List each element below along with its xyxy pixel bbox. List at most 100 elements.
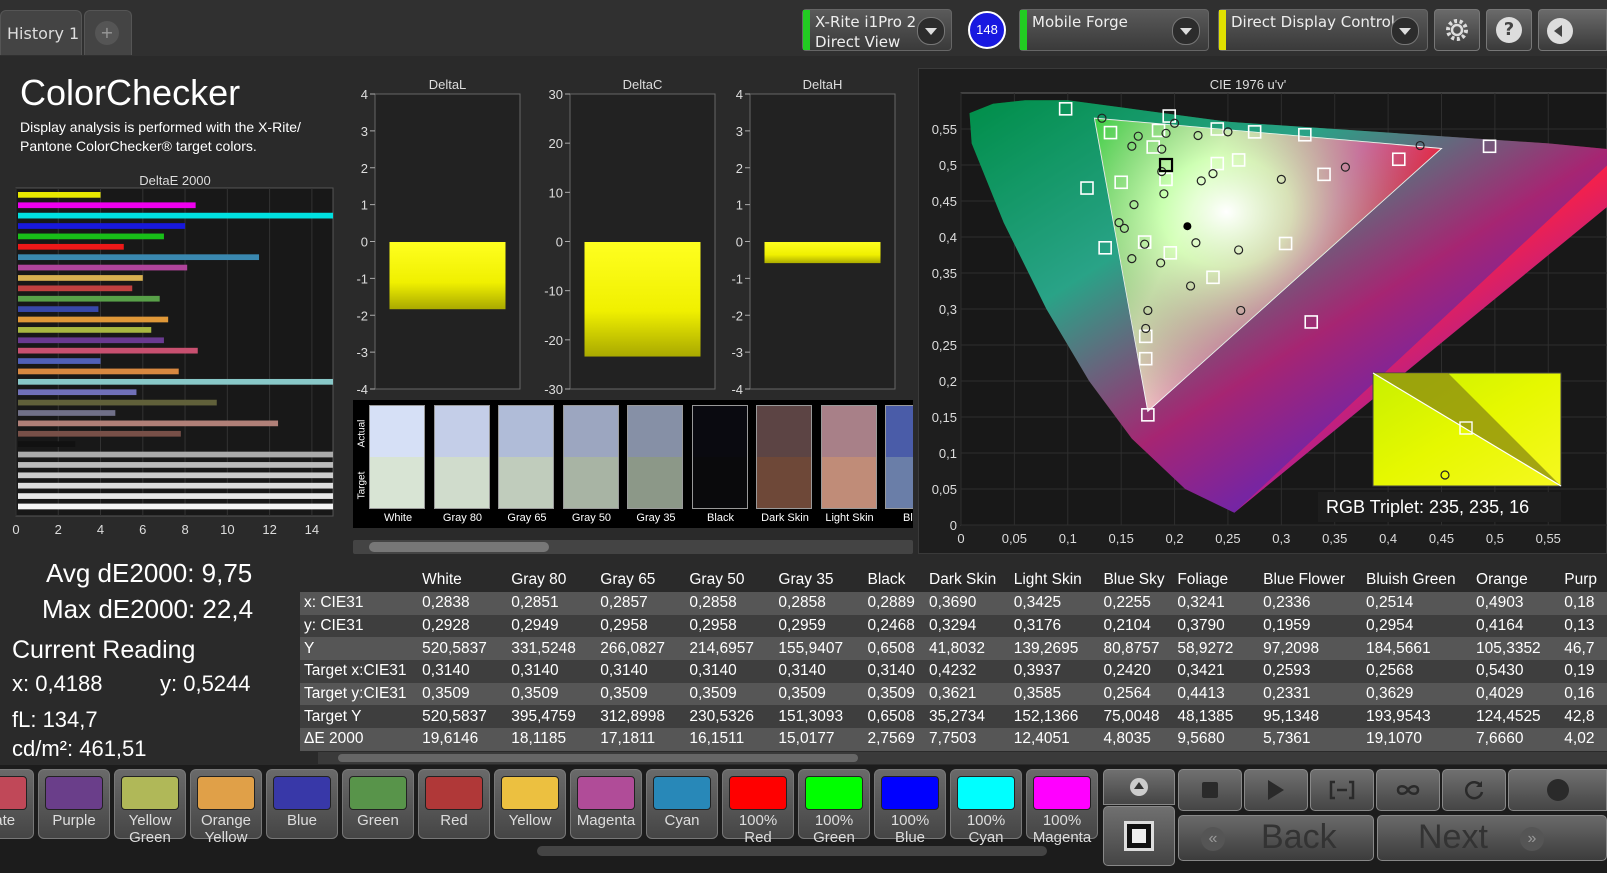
stop-button[interactable] <box>1178 769 1242 811</box>
patch-gray-35[interactable]: Gray 35 <box>627 405 683 524</box>
swatch-button-100-cyan[interactable]: 100% Cyan <box>950 769 1022 846</box>
swatch-button-100-green[interactable]: 100% Green <box>798 769 870 846</box>
swatch-scrollbar-thumb[interactable] <box>537 846 1047 856</box>
delta-tick-label: 0 <box>736 235 743 250</box>
table-scrollbar-thumb[interactable] <box>338 754 858 762</box>
current-fl: fL: 134,7 <box>12 707 98 732</box>
table-column-header[interactable]: Bluish Green <box>1362 568 1472 592</box>
table-column-header[interactable]: Orange <box>1472 568 1560 592</box>
table-cell: 0,2889 <box>863 592 926 615</box>
help-button[interactable]: ? <box>1486 9 1532 51</box>
patch-target-swatch <box>563 457 618 508</box>
cie-y-tick-label: 0,05 <box>932 482 957 497</box>
table-cell: 15,0177 <box>774 728 864 751</box>
table-cell: 331,5248 <box>507 637 597 661</box>
table-cell: 7,7503 <box>925 728 1010 751</box>
swatch-button-erate[interactable]: erate <box>0 769 34 839</box>
patch-black[interactable]: Black <box>691 405 748 524</box>
de-bar <box>18 420 279 427</box>
current-cdm2: cd/m²: 461,51 <box>12 736 147 761</box>
de-bar <box>18 410 116 416</box>
control-selector[interactable]: Direct Display Control <box>1218 9 1428 51</box>
de-bar <box>18 243 124 250</box>
table-column-header[interactable]: White <box>418 568 507 592</box>
patch-white[interactable]: White <box>369 405 425 524</box>
swatch-button-yellow[interactable]: Yellow <box>494 769 566 839</box>
table-cell: 0,3140 <box>418 660 508 683</box>
de-bar <box>18 233 164 240</box>
swatch-button-orange-yellow[interactable]: Orange Yellow <box>190 769 262 846</box>
swatch-button-green[interactable]: Green <box>342 769 414 839</box>
table-column-header[interactable]: Light Skin <box>1010 568 1100 592</box>
patch-dark-skin[interactable]: Dark Skin <box>756 405 812 524</box>
table-column-header[interactable]: Gray 80 <box>507 568 596 592</box>
table-column-header[interactable]: Blue Sky <box>1099 568 1173 592</box>
table-cell: 0,3937 <box>1009 660 1100 683</box>
table-cell: 214,6957 <box>685 637 775 661</box>
delta-tick-label: -1 <box>356 271 368 286</box>
table-column-header[interactable]: Purp <box>1560 568 1607 592</box>
collapse-button[interactable] <box>1538 9 1607 51</box>
cie-x-tick-label: 0,45 <box>1429 531 1454 546</box>
next-button[interactable]: Next » <box>1377 815 1607 861</box>
patch-target-swatch <box>628 457 682 508</box>
table-column-header[interactable]: Gray 35 <box>774 568 863 592</box>
play-button[interactable] <box>1244 769 1308 811</box>
display-dropdown-button[interactable] <box>1172 17 1200 45</box>
meter-selector[interactable]: X-Rite i1Pro 2 Direct View <box>802 9 952 51</box>
back-button[interactable]: « Back <box>1178 815 1374 861</box>
add-tab-button[interactable]: + <box>84 10 132 55</box>
meter-status-indicator <box>803 10 810 50</box>
fit-button[interactable] <box>1310 769 1374 811</box>
patch-blue[interactable]: Blue <box>885 405 913 524</box>
table-cell: 0,2104 <box>1099 614 1174 638</box>
table-scrollbar[interactable] <box>318 752 1607 764</box>
page-title: ColorChecker <box>20 72 241 113</box>
table-column-header[interactable]: Gray 65 <box>596 568 685 592</box>
table-cell: 97,2098 <box>1259 637 1363 661</box>
table-cell: 0,16 <box>1560 682 1607 706</box>
display-selector[interactable]: Mobile Forge <box>1019 9 1209 51</box>
table-column-header[interactable]: Black <box>863 568 925 592</box>
refresh-button[interactable] <box>1442 769 1506 811</box>
swatch-button-red[interactable]: Red <box>418 769 490 839</box>
cie-x-tick-label: 0,5 <box>1486 531 1504 546</box>
swatch-button-blue[interactable]: Blue <box>266 769 338 839</box>
patch-scrollbar[interactable] <box>353 540 913 554</box>
stop-measure-button[interactable] <box>1103 806 1175 866</box>
delta-bar <box>583 241 702 358</box>
cie-x-tick-label: 0,25 <box>1215 531 1240 546</box>
swatch-button-100-magenta[interactable]: 100% Magenta <box>1026 769 1098 846</box>
meter-dropdown-button[interactable] <box>917 17 945 45</box>
step-up-button[interactable] <box>1103 769 1175 805</box>
de-bar <box>18 472 333 479</box>
patch-gray-65[interactable]: Gray 65 <box>498 405 554 524</box>
swatch-button-100-red[interactable]: 100% Red <box>722 769 794 846</box>
table-cell: 0,3585 <box>1009 682 1100 706</box>
swatch-label: 100% Cyan <box>966 812 1006 846</box>
swatch-button-cyan[interactable]: Cyan <box>646 769 718 839</box>
table-cell: 0,2838 <box>418 592 508 615</box>
swatch-button-yellow-green[interactable]: Yellow Green <box>114 769 186 846</box>
settings-button[interactable] <box>1434 9 1480 51</box>
table-column-header[interactable]: Gray 50 <box>685 568 774 592</box>
patch-gray-50[interactable]: Gray 50 <box>562 405 619 524</box>
swatch-button-purple[interactable]: Purple <box>38 769 110 839</box>
record-button[interactable] <box>1508 769 1607 811</box>
continuous-button[interactable] <box>1376 769 1440 811</box>
table-column-header[interactable]: Dark Skin <box>925 568 1010 592</box>
swatch-button-magenta[interactable]: Magenta <box>570 769 642 839</box>
chevron-up-icon <box>1130 778 1148 796</box>
patch-gray-80[interactable]: Gray 80 <box>433 405 490 524</box>
table-cell: 0,3690 <box>925 592 1010 615</box>
table-column-header[interactable]: Foliage <box>1173 568 1259 592</box>
table-cell: 0,3140 <box>596 660 686 683</box>
delta-tick-label: 30 <box>549 87 563 102</box>
patch-scrollbar-thumb[interactable] <box>369 542 549 552</box>
tab-history-1[interactable]: History 1 <box>0 10 82 55</box>
table-row-header: y: CIE31 <box>300 614 419 638</box>
control-dropdown-button[interactable] <box>1391 17 1419 45</box>
swatch-button-100-blue[interactable]: 100% Blue <box>874 769 946 846</box>
table-column-header[interactable]: Blue Flower <box>1259 568 1362 592</box>
patch-light-skin[interactable]: Light Skin <box>820 405 877 524</box>
